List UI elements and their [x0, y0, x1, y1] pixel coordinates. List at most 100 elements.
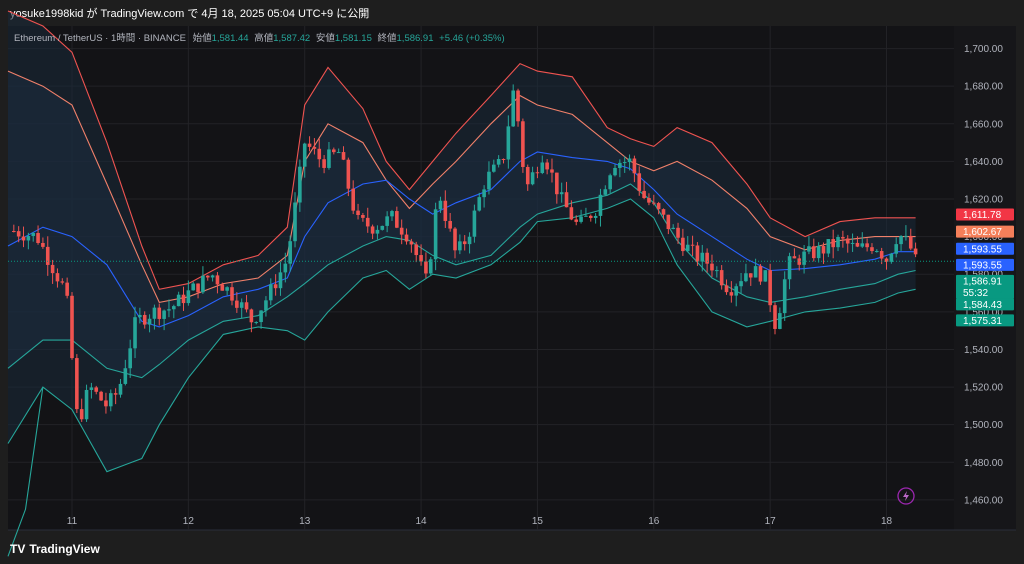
- candle-body: [661, 209, 666, 215]
- candle-body: [622, 162, 627, 164]
- candle-body: [395, 211, 399, 228]
- candle-body: [477, 197, 482, 211]
- candle-body: [559, 192, 564, 195]
- candle-body: [482, 189, 486, 198]
- candle-body: [656, 203, 661, 210]
- candle-body: [787, 256, 792, 280]
- candle-body: [239, 302, 244, 308]
- countdown-label: 55:32: [963, 288, 988, 299]
- candle-body: [26, 236, 31, 241]
- candle-body: [632, 158, 637, 174]
- candle-body: [792, 256, 797, 259]
- candle-body: [618, 162, 622, 168]
- price-labels: 1,611.78 1,602.67 1,593.55 1,593.55 1,586.91…: [956, 208, 1014, 327]
- candle-body: [220, 284, 225, 291]
- candle-body: [302, 143, 307, 167]
- candle-body: [235, 300, 239, 308]
- y-tick-label: 1,620.00: [964, 195, 1003, 206]
- candle-body: [162, 310, 166, 319]
- candle-body: [254, 322, 259, 324]
- candle-body: [647, 198, 651, 203]
- candle-body: [681, 237, 685, 252]
- change-value: +5.46 (+0.35%): [439, 33, 505, 44]
- price-tag-label: 1,611.78: [963, 210, 1002, 221]
- candle-body: [710, 263, 714, 271]
- candle-body: [84, 389, 89, 420]
- candle-body: [637, 173, 642, 191]
- candle-body: [550, 169, 554, 173]
- tradingview-logo-icon[interactable]: TV: [10, 542, 25, 556]
- candle-body: [133, 317, 137, 349]
- candle-body: [424, 261, 428, 274]
- candle-body: [230, 287, 234, 301]
- candle-body: [555, 172, 559, 195]
- candle-body: [569, 207, 574, 220]
- candle-body: [147, 318, 152, 325]
- candle-body: [433, 209, 438, 260]
- candle-body: [574, 219, 579, 222]
- candle-body: [608, 175, 612, 190]
- y-tick-label: 1,640.00: [964, 157, 1003, 168]
- candle-body: [278, 272, 283, 289]
- high-label: 高値: [254, 32, 274, 44]
- candle-body: [695, 245, 700, 262]
- price-chart[interactable]: 1,460.00 1,480.00 1,500.00 1,520.00 1,540.00…: [0, 0, 1024, 564]
- candle-body: [317, 148, 322, 160]
- candle-body: [244, 302, 249, 310]
- x-tick-label: 16: [648, 516, 660, 527]
- candle-body: [113, 393, 118, 395]
- price-tag-label: 1,575.31: [963, 316, 1002, 327]
- candle-body: [60, 281, 65, 283]
- candle-body: [94, 387, 99, 392]
- candle-body: [627, 158, 632, 163]
- chart-legend: Ethereum / TetherUS · 1時間 · BINANCE 始値1,…: [14, 32, 505, 44]
- candle-body: [676, 227, 680, 238]
- y-tick-label: 1,700.00: [964, 44, 1003, 55]
- candle-body: [55, 273, 60, 282]
- candle-body: [491, 164, 496, 172]
- y-tick-label: 1,500.00: [964, 420, 1003, 431]
- x-tick-label: 17: [765, 516, 777, 527]
- candle-body: [205, 275, 210, 278]
- candle-body: [409, 241, 414, 245]
- candle-body: [462, 241, 467, 245]
- candle-body: [50, 264, 55, 274]
- candle-body: [142, 314, 147, 325]
- candle-body: [65, 282, 69, 296]
- candle-body: [908, 235, 913, 249]
- candle-body: [530, 172, 535, 185]
- candle-body: [370, 226, 375, 234]
- close-label: 終値: [378, 32, 398, 44]
- candle-body: [336, 152, 341, 154]
- candle-body: [191, 283, 196, 291]
- y-tick-label: 1,540.00: [964, 345, 1003, 356]
- candle-body: [516, 90, 520, 122]
- candle-body: [288, 241, 292, 264]
- candle-body: [70, 295, 74, 359]
- candle-body: [467, 236, 472, 245]
- candle-body: [593, 215, 598, 218]
- candle-body: [773, 305, 777, 329]
- candle-body: [579, 216, 583, 222]
- candle-body: [870, 247, 874, 252]
- candle-body: [75, 358, 79, 410]
- candle-body: [879, 251, 884, 259]
- candle-body: [525, 166, 530, 185]
- low-label: 安値: [316, 32, 336, 44]
- candle-body: [453, 228, 457, 251]
- candle-body: [356, 210, 360, 215]
- candle-body: [845, 238, 850, 244]
- candle-body: [36, 233, 40, 243]
- candle-body: [753, 266, 758, 278]
- tradingview-wordmark[interactable]: TradingView: [29, 542, 99, 556]
- candle-body: [826, 239, 831, 254]
- candle-body: [831, 239, 835, 248]
- candle-body: [351, 188, 355, 211]
- candle-body: [496, 159, 501, 165]
- candle-body: [875, 251, 879, 253]
- candle-body: [894, 244, 899, 254]
- candle-body: [671, 227, 675, 230]
- price-tag-label: 1,586.91: [963, 276, 1002, 287]
- candle-body: [724, 285, 729, 293]
- candle-body: [264, 300, 268, 311]
